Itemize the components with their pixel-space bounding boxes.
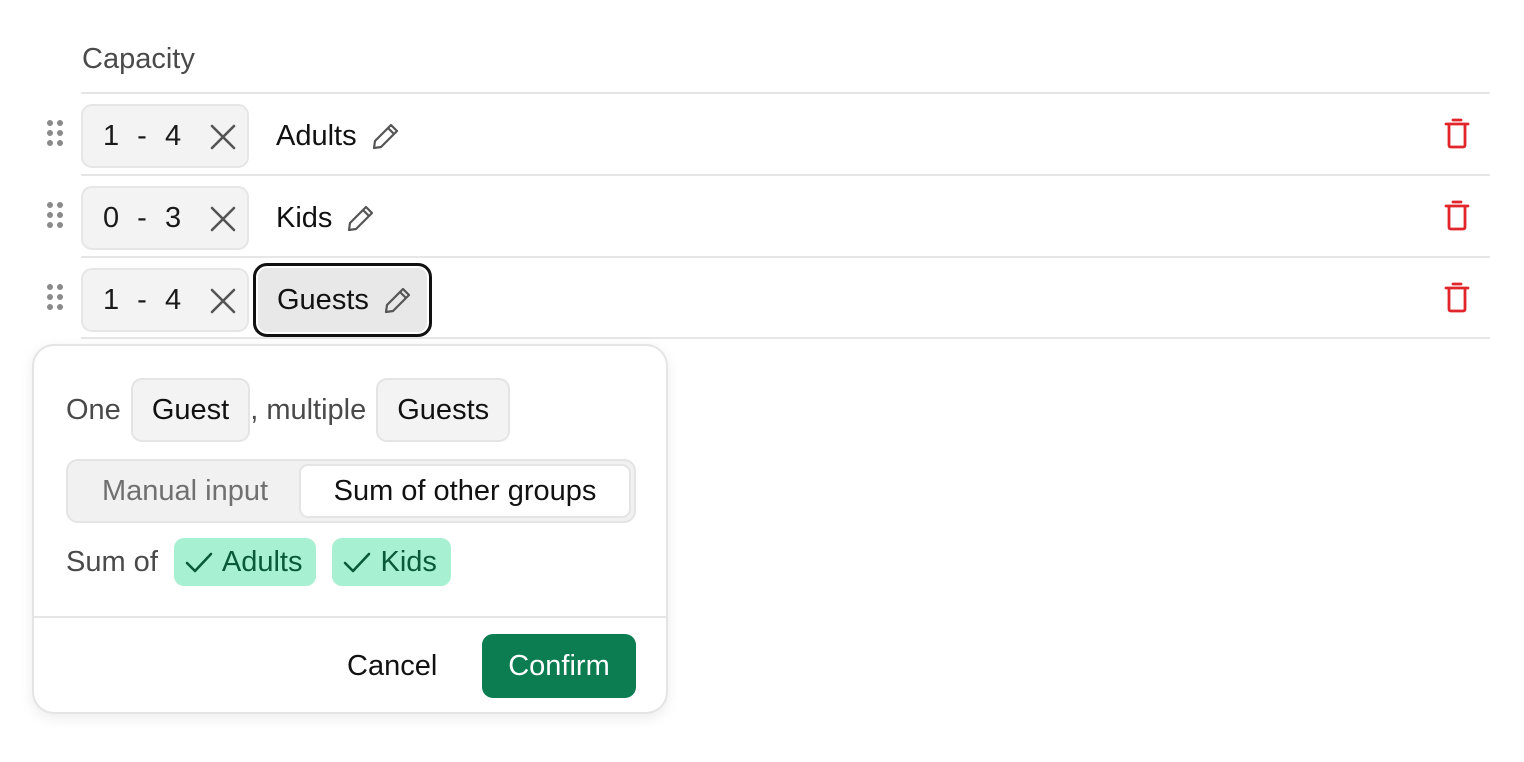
group-edit-popover: One Guest , multiple Guests Manual input… (32, 344, 668, 714)
singular-input[interactable]: Guest (130, 378, 251, 442)
section-title: Capacity (82, 43, 195, 75)
trash-icon[interactable] (1444, 117, 1470, 149)
drag-handle-icon[interactable] (47, 202, 65, 230)
group-label[interactable]: Adults (256, 102, 419, 170)
mode-manual-input[interactable]: Manual input (71, 464, 299, 518)
row-divider (81, 174, 1490, 176)
close-icon[interactable] (209, 205, 237, 233)
drag-handle-icon[interactable] (47, 284, 65, 312)
sum-tag-adults[interactable]: Adults (173, 538, 317, 586)
confirm-button[interactable]: Confirm (482, 634, 636, 698)
drag-handle-icon[interactable] (47, 120, 65, 148)
mode-sum-of-other-groups[interactable]: Sum of other groups (299, 464, 631, 518)
range-max: 4 (165, 283, 182, 316)
pencil-icon (383, 285, 413, 315)
capacity-row-kids: 0 - 3 Kids (0, 174, 1490, 256)
capacity-row-guests: 1 - 4 Guests (0, 256, 1490, 338)
row-divider (81, 337, 1490, 339)
check-icon (185, 552, 213, 573)
popover-divider (34, 616, 666, 618)
row-divider (81, 92, 1490, 94)
range-input[interactable]: 1 - 4 (81, 268, 249, 332)
check-icon (344, 552, 371, 573)
range-separator: - (137, 201, 147, 234)
sum-of-row: Sum of Adults Kids (66, 538, 451, 586)
close-icon[interactable] (209, 287, 237, 315)
row-divider (81, 256, 1490, 258)
capacity-row-adults: 1 - 4 Adults (0, 92, 1490, 174)
trash-icon[interactable] (1444, 199, 1470, 231)
group-label-text: Kids (276, 201, 333, 234)
group-label-text: Guests (277, 283, 369, 316)
range-min: 0 (103, 201, 120, 234)
trash-icon[interactable] (1444, 281, 1470, 313)
range-max: 3 (165, 201, 182, 234)
sum-tag-kids[interactable]: Kids (332, 538, 451, 586)
range-min: 1 (103, 283, 120, 316)
range-max: 4 (165, 119, 182, 152)
plural-input[interactable]: Guests (376, 378, 511, 442)
mode-segmented-control: Manual input Sum of other groups (66, 459, 636, 523)
sum-of-text: Sum of (66, 545, 158, 578)
range-min: 1 (103, 119, 120, 152)
one-text: One (66, 393, 121, 426)
close-icon[interactable] (209, 123, 237, 151)
group-label-text: Adults (276, 119, 357, 152)
range-input[interactable]: 0 - 3 (81, 186, 249, 250)
pencil-icon (371, 121, 401, 151)
group-label-active[interactable]: Guests (253, 263, 432, 337)
naming-line: One Guest , multiple Guests (66, 378, 511, 442)
sum-tag-label: Kids (380, 545, 437, 578)
range-separator: - (137, 283, 147, 316)
cancel-button[interactable]: Cancel (328, 634, 456, 698)
sum-tag-label: Adults (221, 545, 303, 578)
range-separator: - (137, 119, 147, 152)
range-input[interactable]: 1 - 4 (81, 104, 249, 168)
multiple-text: , multiple (250, 393, 367, 426)
pencil-icon (346, 203, 376, 233)
group-label[interactable]: Kids (256, 184, 394, 252)
